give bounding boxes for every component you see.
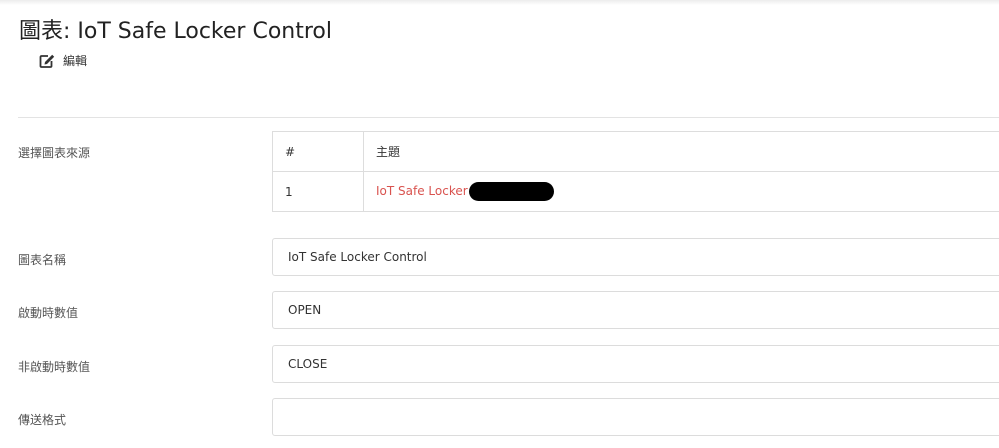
- page-title: 圖表: IoT Safe Locker Control: [19, 19, 332, 44]
- edit-label: 編輯: [63, 54, 88, 68]
- source-label: 選擇圖表來源: [18, 146, 91, 160]
- table-row[interactable]: 1 IoT Safe Locker: [272, 171, 999, 212]
- chart-name-label: 圖表名稱: [18, 253, 67, 267]
- row-topic-cell: IoT Safe Locker: [363, 171, 999, 212]
- inactive-value-label: 非啟動時數值: [18, 360, 91, 374]
- section-divider: [18, 117, 999, 118]
- active-value-label: 啟動時數值: [18, 306, 79, 320]
- topic-link[interactable]: IoT Safe Locker: [376, 184, 468, 198]
- active-value-input[interactable]: [272, 291, 999, 329]
- source-table: # 主題 1 IoT Safe Locker: [272, 131, 999, 212]
- chart-name-input[interactable]: [272, 238, 999, 276]
- edit-button[interactable]: 編輯: [39, 52, 87, 69]
- top-shadow-bar: [0, 0, 999, 5]
- send-format-input[interactable]: [272, 398, 999, 436]
- redaction-mark: [468, 182, 554, 201]
- column-header-number: #: [272, 131, 364, 172]
- inactive-value-input[interactable]: [272, 345, 999, 383]
- column-header-topic: 主題: [363, 131, 999, 172]
- pencil-square-icon: [39, 54, 55, 68]
- row-number: 1: [272, 171, 364, 212]
- send-format-label: 傳送格式: [18, 413, 67, 427]
- table-header-row: # 主題: [272, 131, 999, 172]
